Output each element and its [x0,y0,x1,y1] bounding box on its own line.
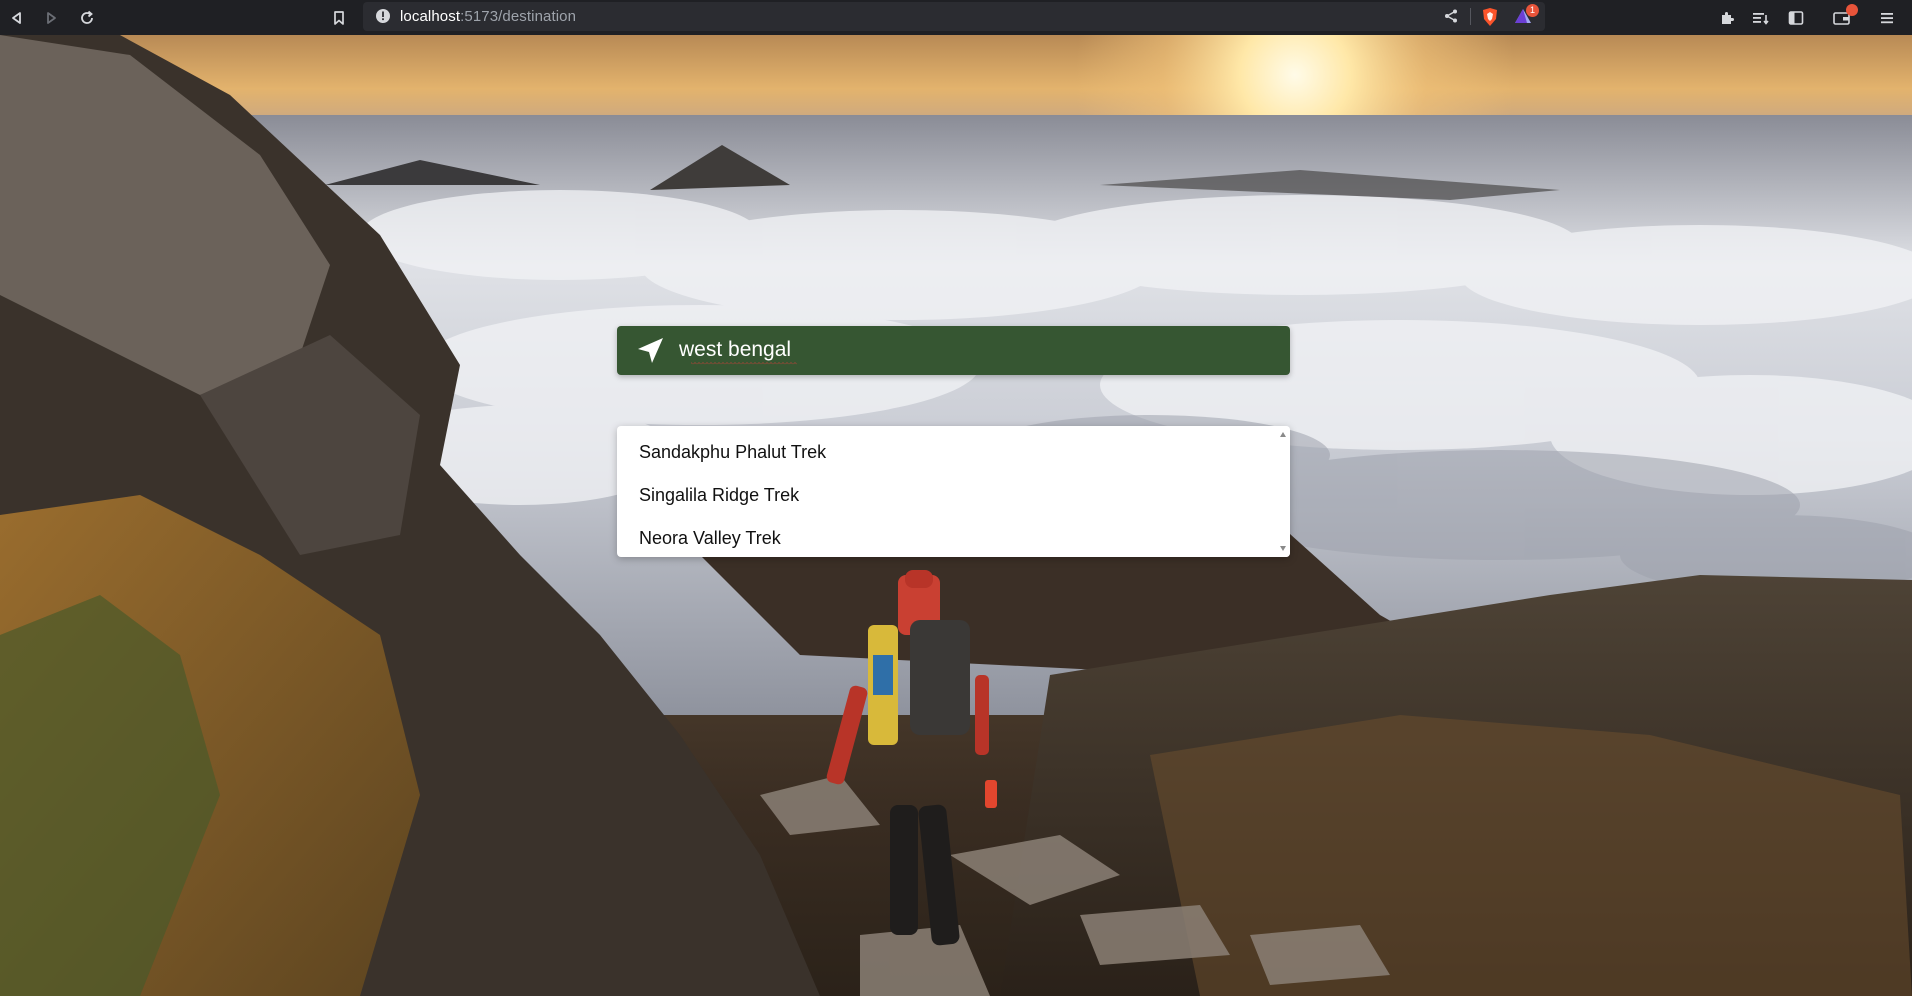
destination-search-bar [617,326,1290,375]
forward-icon[interactable] [40,7,62,29]
bookmark-icon[interactable] [328,7,350,29]
share-icon[interactable] [1443,8,1459,28]
scroll-up-icon[interactable] [1280,432,1286,437]
browser-toolbar: localhost:5173/destination 1 [0,0,1912,35]
url-path: :5173/destination [460,8,577,25]
wallet-badge [1846,4,1858,16]
back-icon[interactable] [6,7,28,29]
spellcheck-underline [691,362,797,365]
sidebar-icon[interactable] [1785,7,1807,29]
brave-shields-icon[interactable] [1481,7,1499,31]
suggestion-list: Sandakphu Phalut Trek Singalila Ridge Tr… [617,426,1290,557]
address-divider [1470,8,1471,25]
suggestion-item[interactable]: Singalila Ridge Trek [617,475,1290,518]
suggestion-scrollbar[interactable] [1276,426,1290,557]
destination-page: Sandakphu Phalut Trek Singalila Ridge Tr… [0,35,1912,996]
extensions-icon[interactable] [1716,7,1738,29]
reading-list-icon[interactable] [1750,7,1772,29]
scroll-down-icon[interactable] [1280,546,1286,551]
menu-icon[interactable] [1876,7,1898,29]
site-info-icon[interactable] [375,8,391,28]
suggestion-item[interactable]: Sandakphu Phalut Trek [617,432,1290,475]
suggestion-item[interactable]: Neora Valley Trek [617,518,1290,557]
address-bar[interactable]: localhost:5173/destination 1 [363,2,1545,31]
brave-rewards-icon[interactable]: 1 [1513,4,1539,29]
url-text: localhost:5173/destination [400,8,576,25]
paper-plane-icon[interactable] [635,336,665,366]
wallet-icon[interactable] [1831,4,1858,29]
rewards-badge: 1 [1526,4,1539,17]
reload-icon[interactable] [76,7,98,29]
url-host: localhost [400,8,461,25]
